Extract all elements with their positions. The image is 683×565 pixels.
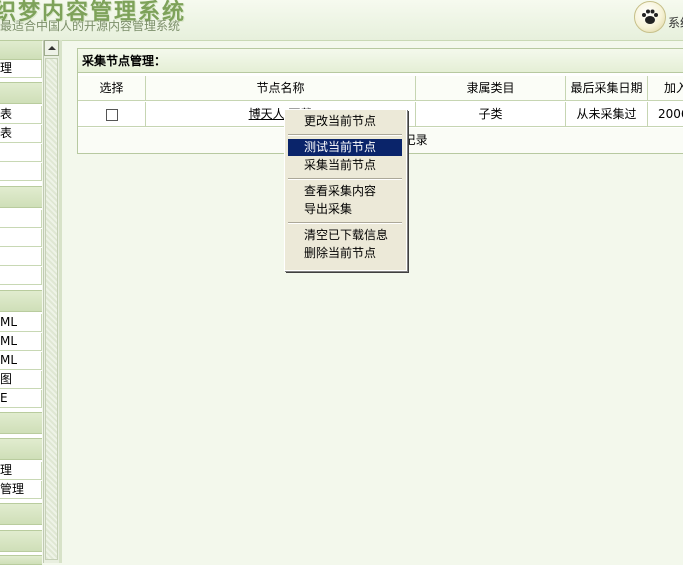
menu-separator (288, 222, 402, 224)
sidebar-item[interactable]: 表 (0, 125, 42, 143)
menu-item-view-content[interactable]: 查看采集内容 (288, 183, 402, 200)
scrollbar-thumb[interactable] (45, 58, 58, 560)
sidebar-section-header[interactable] (0, 40, 42, 60)
menu-item-test-node[interactable]: 测试当前节点 (288, 139, 402, 156)
paw-icon[interactable] (634, 1, 666, 33)
context-menu: 更改当前节点 测试当前节点 采集当前节点 查看采集内容 导出采集 清空已下载信息… (284, 109, 407, 271)
column-header-last-collected: 最后采集日期 (566, 76, 648, 101)
sidebar-section-header[interactable] (0, 290, 42, 312)
sidebar-item[interactable] (0, 163, 42, 181)
sidebar-section-header[interactable] (0, 530, 42, 552)
sidebar-item[interactable]: 管理 (0, 481, 42, 499)
column-header-select: 选择 (78, 76, 146, 101)
panel-title: 采集节点管理： (78, 49, 683, 73)
row-added-date: 2006- (648, 102, 683, 127)
sidebar: 理 表 表 ML ML ML 图 E 理 管理 (0, 40, 42, 565)
sidebar-scrollbar[interactable] (43, 40, 60, 563)
sidebar-item[interactable] (0, 248, 42, 266)
row-checkbox[interactable] (105, 108, 118, 121)
sidebar-item[interactable] (0, 210, 42, 228)
menu-separator (288, 178, 402, 180)
row-last-collected: 从未采集过 (566, 102, 648, 127)
sidebar-section-header[interactable] (0, 555, 42, 565)
menu-item-edit-node[interactable]: 更改当前节点 (288, 113, 402, 130)
row-category: 子类 (416, 102, 566, 127)
header-link[interactable]: 系统 (668, 14, 683, 31)
sidebar-item[interactable]: E (0, 390, 42, 408)
menu-item-delete-node[interactable]: 删除当前节点 (288, 245, 402, 262)
app-subtitle: 最适合中国人的开源内容管理系统 (0, 19, 181, 33)
sidebar-item[interactable] (0, 267, 42, 285)
column-header-added: 加入日期 (648, 76, 683, 101)
sidebar-item[interactable]: 理 (0, 60, 42, 78)
sidebar-section-header[interactable] (0, 82, 42, 104)
sidebar-item[interactable]: ML (0, 333, 42, 351)
row-select-cell (78, 102, 146, 127)
sidebar-item[interactable] (0, 144, 42, 162)
sidebar-item[interactable] (0, 229, 42, 247)
sidebar-item[interactable]: 图 (0, 371, 42, 389)
scroll-up-arrow-icon[interactable] (44, 40, 59, 56)
menu-item-clear-downloaded[interactable]: 清空已下载信息 (288, 227, 402, 244)
frame-splitter[interactable] (59, 40, 62, 563)
sidebar-section-header[interactable] (0, 438, 42, 460)
column-header-category: 隶属类目 (416, 76, 566, 101)
sidebar-item[interactable]: 表 (0, 106, 42, 124)
menu-item-export[interactable]: 导出采集 (288, 201, 402, 218)
sidebar-item[interactable]: ML (0, 352, 42, 370)
menu-item-collect-node[interactable]: 采集当前节点 (288, 157, 402, 174)
sidebar-section-header[interactable] (0, 503, 42, 525)
sidebar-item[interactable]: 理 (0, 462, 42, 480)
column-header-node-name: 节点名称 (146, 76, 416, 101)
app-header: 织梦内容管理系统 最适合中国人的开源内容管理系统 系统 (0, 0, 683, 41)
sidebar-item[interactable]: ML (0, 314, 42, 332)
sidebar-section-header[interactable] (0, 412, 42, 434)
sidebar-section-header[interactable] (0, 186, 42, 208)
menu-separator (288, 134, 402, 136)
